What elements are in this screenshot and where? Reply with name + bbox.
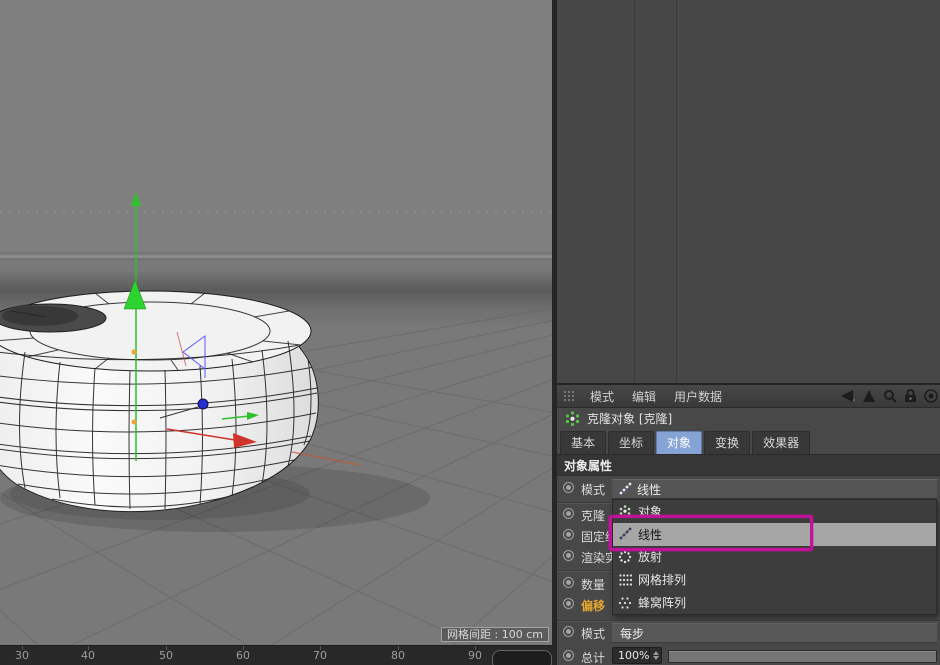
mode-combo[interactable]: 线性 [612,479,937,499]
tab-basic[interactable]: 基本 [560,431,606,454]
stepper-arrows-icon[interactable] [649,648,661,663]
tab-transform[interactable]: 变换 [704,431,750,454]
object-title: 克隆对象 [克隆] [587,410,672,427]
offset-label: 偏移 [581,597,612,614]
step-mode-combo[interactable]: 每步 [612,623,937,643]
tab-coordinates[interactable]: 坐标 [608,431,654,454]
timeline-tick-label: 70 [313,649,327,662]
viewport-scene [0,0,553,645]
timeline-ruler[interactable]: 30 40 50 60 70 80 90 [0,645,552,665]
lock-icon[interactable] [904,389,917,403]
keyframe-dot-count[interactable] [563,577,574,588]
render-instances-label: 渲染实例 [581,549,612,566]
timeline-tick-label: 90 [468,649,482,662]
cinema4d-screen: 网格间距 : 100 cm 30 40 50 60 70 80 90 [0,0,940,665]
menu-mode[interactable]: 模式 [581,388,623,405]
mode-label: 模式 [581,481,611,498]
search-icon[interactable] [883,389,897,403]
total-slider[interactable] [668,650,937,663]
dropdown-item-label: 放射 [638,548,662,565]
section-header-label: 对象属性 [564,457,612,474]
object-titlebar: 克隆对象 [克隆] [557,408,940,429]
mode-combo-value: 线性 [637,481,661,498]
attribute-tabs: 基本 坐标 对象 变换 效果器 [557,429,940,454]
total-value: 100% [618,649,649,662]
menu-user-data[interactable]: 用户数据 [665,388,731,405]
row-separator [557,502,612,503]
fix-texture-label: 固定纹理 [581,528,612,545]
step-mode-label: 模式 [581,625,611,642]
column-divider [634,0,635,383]
keyframe-dot-offset[interactable] [563,598,574,609]
timeline-tick-label: 30 [15,649,29,662]
keyframe-dot-step-mode[interactable] [563,626,574,637]
linear-dots-icon [618,482,632,496]
step-mode-value: 每步 [620,625,644,642]
count-label: 数量 [581,576,612,593]
menu-edit[interactable]: 编辑 [623,388,665,405]
annotation-highlight-box [609,515,813,551]
back-icon[interactable] [839,389,855,403]
keyframe-dot-clones[interactable] [563,508,574,519]
grip-icon[interactable] [563,390,577,402]
cloner-object-icon [564,410,581,427]
viewport-3d[interactable]: 网格间距 : 100 cm [0,0,553,645]
object-manager-area[interactable] [557,0,940,385]
current-frame-field[interactable] [492,650,552,665]
attribute-manager-menubar: 模式 编辑 用户数据 [557,385,940,408]
row-separator [557,570,612,571]
tab-object[interactable]: 对象 [656,431,702,454]
radial-dots-icon [618,550,632,564]
total-label: 总计 [581,649,611,665]
keyframe-dot-render-instances[interactable] [563,550,574,561]
column-divider [676,0,677,383]
grid-dots-icon [618,573,632,587]
tab-effectors[interactable]: 效果器 [752,431,810,454]
dropdown-item-grid[interactable]: 网格排列 [613,568,936,591]
timeline-tick-label: 40 [81,649,95,662]
timeline-tick-label: 50 [159,649,173,662]
clones-label: 克隆 [581,507,612,524]
group-separator [557,620,940,621]
total-value-field[interactable]: 100% [612,647,662,664]
dropdown-item-label: 网格排列 [638,571,686,588]
timeline-tick-label: 80 [391,649,405,662]
target-icon[interactable] [924,389,938,403]
grid-spacing-label: 网格间距 : 100 cm [441,627,549,642]
keyframe-dot-mode[interactable] [563,482,574,493]
honeycomb-dots-icon [618,596,632,610]
section-header: 对象属性 [557,454,940,476]
keyframe-dot-fix-texture[interactable] [563,529,574,540]
keyframe-dot-total[interactable] [563,650,574,661]
dropdown-item-honeycomb[interactable]: 蜂窝阵列 [613,591,936,614]
arrow-icon[interactable] [862,389,876,403]
dropdown-item-label: 蜂窝阵列 [638,594,686,611]
timeline-tick-label: 60 [236,649,250,662]
